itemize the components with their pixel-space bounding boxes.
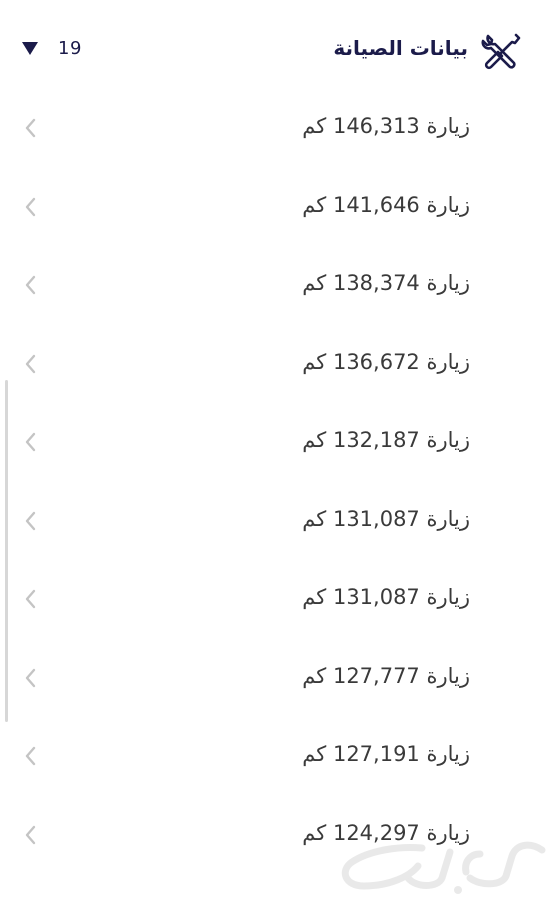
visit-row[interactable]: زيارة 138,374 كم	[0, 247, 558, 326]
chevron-left-icon	[25, 589, 36, 609]
chevron-left-icon	[25, 511, 36, 530]
visit-label: زيارة 127,777 كم	[302, 663, 470, 688]
chevron-left-icon	[25, 746, 36, 766]
visit-row[interactable]: زيارة 131,087 كم	[0, 561, 558, 640]
maintenance-screen: 19 بيانات الصيانة زيارة 146,313 كم زيارة…	[0, 0, 558, 900]
chevron-left-icon	[25, 432, 36, 452]
section-title: بيانات الصيانة	[333, 36, 468, 60]
scrollbar[interactable]	[5, 380, 8, 722]
visit-label: زيارة 141,646 كم	[302, 192, 470, 217]
chevron-left-icon	[25, 668, 36, 687]
visit-row[interactable]: زيارة 127,777 كم	[0, 640, 558, 719]
visit-label: زيارة 132,187 كم	[302, 428, 470, 452]
visit-label: زيارة 127,191 كم	[302, 742, 470, 766]
visit-label: زيارة 138,374 كم	[302, 271, 470, 295]
haraj-watermark-logo	[341, 841, 546, 894]
visit-row[interactable]: زيارة 146,313 كم	[0, 90, 558, 169]
visit-row[interactable]: زيارة 131,087 كم	[0, 483, 558, 562]
visit-row[interactable]: زيارة 141,646 كم	[0, 169, 558, 248]
maintenance-header[interactable]: 19 بيانات الصيانة	[0, 22, 558, 80]
visit-label: زيارة 146,313 كم	[302, 114, 470, 138]
visit-row[interactable]: زيارة 132,187 كم	[0, 404, 558, 483]
visit-row[interactable]: زيارة 136,672 كم	[0, 326, 558, 405]
visit-label: زيارة 136,672 كم	[302, 349, 470, 374]
chevron-left-icon	[25, 275, 36, 295]
chevron-left-icon	[25, 197, 36, 216]
visit-label: زيارة 131,087 كم	[302, 506, 470, 531]
count-group[interactable]: 19	[22, 38, 82, 59]
chevron-left-icon	[25, 118, 36, 138]
visit-label: زيارة 131,087 كم	[302, 585, 470, 609]
visit-count: 19	[58, 38, 82, 59]
chevron-left-icon	[25, 825, 36, 844]
visit-list: زيارة 146,313 كم زيارة 141,646 كم زيارة …	[0, 90, 558, 875]
collapse-arrow-icon[interactable]	[22, 42, 38, 55]
chevron-left-icon	[25, 354, 36, 373]
tools-icon	[481, 33, 521, 70]
visit-row[interactable]: زيارة 127,191 كم	[0, 718, 558, 797]
